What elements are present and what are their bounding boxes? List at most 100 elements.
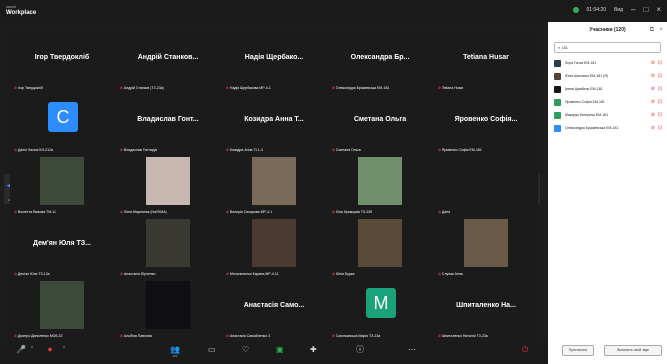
participant-avatar bbox=[554, 60, 561, 67]
video-tile[interactable]: ⊘ Даня bbox=[434, 154, 538, 216]
reactions-icon[interactable]: ♡ bbox=[242, 345, 249, 354]
muted-mic-icon: ⊘ bbox=[650, 99, 655, 105]
video-tile[interactable]: ⊘ Анастасія Юрченко bbox=[116, 216, 220, 278]
participant-row[interactable]: Олександра Бражевська ЕМ-181 ⊘ ⊡ bbox=[548, 122, 667, 135]
popout-icon[interactable]: ⧉ bbox=[650, 22, 654, 38]
participant-name: Владислав Гонт... bbox=[137, 116, 199, 123]
video-tile[interactable]: Шпиталенко На... ⊘ Шпиталенко Наталія ТЗ-… bbox=[434, 278, 538, 340]
participant-row[interactable]: Яровенко Софія ЕМ-181 ⊘ ⊡ bbox=[548, 96, 667, 109]
participant-label: ⊘ Віолетта Ямкова ТМ-11 bbox=[14, 210, 56, 214]
video-tile[interactable]: ⊘ Слупак Анна bbox=[434, 216, 538, 278]
participant-label: ⊘ Андрій Станков (ТЗ-23а) bbox=[120, 86, 164, 90]
video-tile[interactable]: Яровенко Софія... ⊘ Яровенко Софія ЕМ-181 bbox=[434, 92, 538, 154]
video-tile[interactable]: Дем'ян Юля ТЗ... ⊘ Дем'ян Юля ТЗ-12а bbox=[10, 216, 114, 278]
camera-options-icon[interactable]: ⌃ bbox=[62, 345, 66, 354]
participant-name: Дем'ян Юля ТЗ... bbox=[33, 240, 91, 247]
participant-label: ⊘ Олександра Бражевська ЕМ-181 bbox=[332, 86, 390, 90]
participant-label: ⊘ Валерія Сахарова МР-4-1 bbox=[226, 210, 273, 214]
mic-icon[interactable]: 🎤 bbox=[16, 345, 26, 354]
participant-label: ⊘ Яровенко Софія ЕМ-181 bbox=[438, 148, 482, 152]
participant-label: ⊘ Юлія Мартинюк (НаУКМА) bbox=[120, 210, 167, 214]
muted-mic-icon: ⊘ bbox=[14, 210, 17, 214]
unmute-self-button[interactable]: Включить свой звук bbox=[604, 345, 662, 356]
participant-name: Шпиталенко На... bbox=[456, 302, 516, 309]
camera-icon[interactable]: ⏺ bbox=[48, 345, 52, 354]
video-tile[interactable]: ⊘ Юлія Мартинюк (НаУКМА) bbox=[116, 154, 220, 216]
invite-button[interactable]: Пригласить bbox=[562, 345, 594, 356]
participant-avatar: M bbox=[366, 288, 396, 318]
muted-mic-icon: ⊘ bbox=[332, 210, 335, 214]
app-logo: zoom Workplace bbox=[6, 4, 37, 16]
video-tile[interactable]: Сметана Ольга ⊘ Сметана Ольга bbox=[328, 92, 432, 154]
video-tile[interactable]: Владислав Гонт... ⊘ Владислав Гонтарук bbox=[116, 92, 220, 154]
video-tile[interactable]: Андрій Станков... ⊘ Андрій Станков (ТЗ-23… bbox=[116, 30, 220, 92]
muted-mic-icon: ⊘ bbox=[438, 334, 441, 338]
muted-mic-icon: ⊘ bbox=[120, 86, 123, 90]
video-tile[interactable]: ⊘ Віолетта Ямкова ТМ-11 bbox=[10, 154, 114, 216]
video-tile[interactable]: ⊘ Дмитро Даниленко МОб-22 bbox=[10, 278, 114, 340]
video-tile[interactable]: ⊘ Валерія Сахарова МР-4-1 bbox=[222, 154, 326, 216]
participant-label: ⊘ Дем'ян Юля ТЗ-12а bbox=[14, 272, 50, 276]
close-icon[interactable]: × bbox=[656, 6, 661, 14]
video-tile[interactable]: ⊘ Альбіна Павлова bbox=[116, 278, 220, 340]
video-tile[interactable]: ⊘ Юлія Бурка bbox=[328, 216, 432, 278]
participant-label: ⊘ Ігор Твердокліб bbox=[14, 86, 43, 90]
participant-video bbox=[252, 219, 296, 267]
participant-label: ⊘ Ліна Кримцова ТЗ-23б bbox=[332, 210, 373, 214]
participant-label: ⊘ Козидра Анна ТІ-1-4 bbox=[226, 148, 263, 152]
participant-name: Козидра Анна Т... bbox=[244, 116, 304, 123]
muted-mic-icon: ⊘ bbox=[14, 86, 17, 90]
leave-icon[interactable]: ⏻ bbox=[522, 345, 528, 354]
video-tile[interactable]: Анастасія Само... ⊘ Анастасія Самойленко … bbox=[222, 278, 326, 340]
video-tile[interactable]: ⊘ Ліна Кримцова ТЗ-23б bbox=[328, 154, 432, 216]
participant-video bbox=[40, 157, 84, 205]
participant-row[interactable]: Ірина Цимбаль ЕМ-181 ⊘ ⊡ bbox=[548, 83, 667, 96]
video-tile[interactable]: Козидра Анна Т... ⊘ Козидра Анна ТІ-1-4 bbox=[222, 92, 326, 154]
view-dropdown[interactable]: Вид bbox=[614, 7, 623, 13]
video-off-icon: ⊡ bbox=[657, 125, 662, 131]
video-tile[interactable]: Олександра Бр... ⊘ Олександра Бражевська … bbox=[328, 30, 432, 92]
status-icon bbox=[572, 7, 579, 13]
maximize-icon[interactable]: □ bbox=[643, 6, 648, 14]
info-icon[interactable]: ⓘ bbox=[356, 345, 364, 354]
video-tile[interactable]: Надія Щербако... ⊘ Надія Щербакова МР-4-1 bbox=[222, 30, 326, 92]
participant-name: Ірина Цимбаль ЕМ-181 bbox=[565, 87, 603, 91]
panel-close-icon[interactable]: × bbox=[659, 22, 663, 38]
participant-label: ⊘ Даніл Халюк КН-212а bbox=[14, 148, 53, 152]
muted-mic-icon: ⊘ bbox=[120, 334, 123, 338]
more-icon[interactable]: ⋯ bbox=[408, 345, 416, 354]
video-tile[interactable]: Ігор Твердокліб ⊘ Ігор Твердокліб bbox=[10, 30, 114, 92]
participant-label: ⊘ Даня bbox=[438, 210, 451, 214]
video-tile[interactable]: ⊘ Мельниченко Карина МР-4-11 bbox=[222, 216, 326, 278]
video-tile[interactable]: Tetiana Husar ⊘ Tetiana Husar bbox=[434, 30, 538, 92]
participant-name: Ігор Твердокліб bbox=[34, 54, 90, 61]
participant-avatar bbox=[554, 112, 561, 119]
participant-avatar bbox=[554, 99, 561, 106]
participant-label: ⊘ Надія Щербакова МР-4-1 bbox=[226, 86, 271, 90]
share-screen-icon[interactable]: ▣ bbox=[276, 345, 284, 354]
apps-icon[interactable]: ✚ bbox=[310, 345, 317, 354]
participant-name: Яровенко Софія ЕМ-181 bbox=[565, 100, 605, 104]
participants-icon[interactable]: 👥 120 bbox=[170, 345, 180, 358]
participant-avatar bbox=[554, 73, 561, 80]
participant-label: ⊘ Шпиталенко Наталія ТЗ-23а bbox=[438, 334, 488, 338]
participant-row[interactable]: Юлія Шаповал ЕМ-181 (Я) ⊘ ⊡ bbox=[548, 70, 667, 83]
video-off-icon: ⊡ bbox=[657, 99, 662, 105]
minimize-icon[interactable]: – bbox=[631, 6, 635, 14]
video-tile[interactable]: M ⊘ Смольянська Марія ТЗ-23а bbox=[328, 278, 432, 340]
participant-name: Андрій Станков... bbox=[137, 54, 199, 61]
muted-mic-icon: ⊘ bbox=[14, 334, 17, 338]
participant-search-input[interactable]: ⌕ 181 bbox=[554, 42, 661, 53]
muted-mic-icon: ⊘ bbox=[120, 210, 123, 214]
participant-avatar bbox=[554, 125, 561, 132]
participant-video bbox=[464, 219, 508, 267]
video-gallery: ◀4/5 ▶4/5 Ігор Твердокліб⊘ Ігор Твердокл… bbox=[0, 22, 548, 342]
participant-label: ⊘ Анастасія Юрченко bbox=[120, 272, 156, 276]
muted-mic-icon: ⊘ bbox=[650, 73, 655, 79]
video-tile[interactable]: C ⊘ Даніл Халюк КН-212а bbox=[10, 92, 114, 154]
chat-icon[interactable]: ▭ bbox=[208, 345, 216, 354]
participant-video bbox=[146, 157, 190, 205]
participant-row[interactable]: Макарук Катерина ЕМ-181 ⊘ ⊡ bbox=[548, 109, 667, 122]
mic-options-icon[interactable]: ⌃ bbox=[30, 345, 34, 354]
participant-row[interactable]: Лєра Гонза ЕМ-181 ⊘ ⊡ bbox=[548, 57, 667, 70]
